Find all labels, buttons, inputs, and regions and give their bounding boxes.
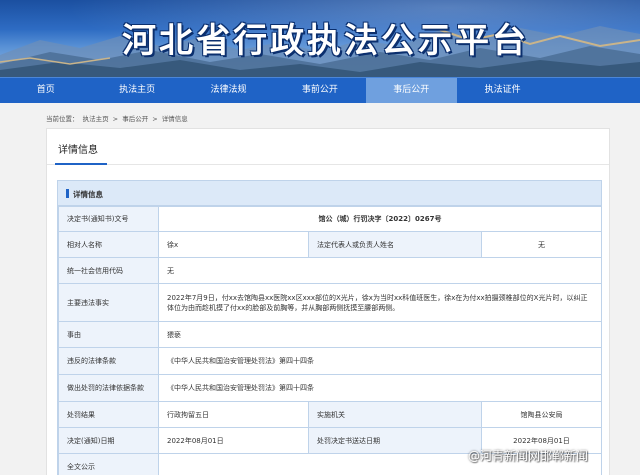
detail-table-box: 详情信息 决定书(通知书)文号 馆公（城）行罚决字〔2022〕0267号 相对人… [57, 180, 602, 475]
breadcrumb-prefix: 当前位置： [46, 115, 79, 123]
nav-item-enforcement-home[interactable]: 执法主页 [91, 78, 182, 103]
fulltext-label: 全文公示 [58, 453, 159, 475]
nav-item-laws[interactable]: 法律法规 [183, 78, 274, 103]
breadcrumb: 当前位置： 执法主页 > 事后公开 > 详情信息 [46, 113, 190, 123]
basis-law-label: 做出处罚的法律依据条款 [58, 374, 159, 402]
panel-header: 详情信息 [47, 129, 609, 165]
facts-value: 2022年7月9日，付xx去馆陶县xx医院xx区xxx部位的X光片，徐x为当时x… [158, 283, 602, 322]
watermark: @河青新闻网邯郸新闻 [468, 449, 589, 463]
table-row: 相对人名称 徐x 法定代表人或负责人姓名 无 [58, 231, 602, 258]
table-row: 做出处罚的法律依据条款 《中华人民共和国治安管理处罚法》第四十四条 [58, 374, 602, 402]
nav-item-home[interactable]: 首页 [0, 78, 91, 103]
service-date-label: 处罚决定书送达日期 [308, 427, 482, 454]
basis-law-value: 《中华人民共和国治安管理处罚法》第四十四条 [158, 374, 602, 402]
legal-rep-label: 法定代表人或负责人姓名 [308, 231, 482, 258]
decision-date-label: 决定(通知)日期 [58, 427, 159, 454]
detail-table: 决定书(通知书)文号 馆公（城）行罚决字〔2022〕0267号 相对人名称 徐x… [58, 206, 602, 475]
reason-value: 猥亵 [158, 321, 602, 348]
panel-title-underline [55, 163, 107, 165]
violated-law-value: 《中华人民共和国治安管理处罚法》第四十四条 [158, 347, 602, 375]
section-marker [66, 189, 69, 198]
header-banner: 河北省行政执法公示平台 [0, 0, 640, 77]
main-nav: 首页 执法主页 法律法规 事前公开 事后公开 执法证件 [0, 77, 640, 103]
agency-value: 馆陶县公安局 [481, 401, 602, 428]
table-row: 决定书(通知书)文号 馆公（城）行罚决字〔2022〕0267号 [58, 206, 602, 232]
violated-law-label: 违反的法律条款 [58, 347, 159, 375]
table-row: 违反的法律条款 《中华人民共和国治安管理处罚法》第四十四条 [58, 347, 602, 375]
detail-section-header: 详情信息 [58, 181, 601, 206]
credit-code-label: 统一社会信用代码 [58, 257, 159, 284]
credit-code-value: 无 [158, 257, 602, 284]
breadcrumb-link-post-disclosure[interactable]: 事后公开 [122, 115, 148, 123]
detail-section-title: 详情信息 [73, 190, 103, 199]
nav-item-pre-disclosure[interactable]: 事前公开 [274, 78, 365, 103]
breadcrumb-separator: > [152, 115, 158, 123]
doc-number-value: 馆公（城）行罚决字〔2022〕0267号 [158, 206, 602, 232]
decision-date-value: 2022年08月01日 [158, 427, 309, 454]
table-row: 处罚结果 行政拘留五日 实施机关 馆陶县公安局 [58, 401, 602, 428]
table-row: 主要违法事实 2022年7月9日，付xx去馆陶县xx医院xx区xxx部位的X光片… [58, 283, 602, 322]
site-title: 河北省行政执法公示平台 [122, 21, 529, 61]
legal-rep-value: 无 [481, 231, 602, 258]
reason-label: 事由 [58, 321, 159, 348]
breadcrumb-current: 详情信息 [161, 115, 188, 123]
facts-label: 主要违法事实 [58, 283, 159, 322]
table-row: 统一社会信用代码 无 [58, 257, 602, 284]
nav-item-post-disclosure[interactable]: 事后公开 [365, 78, 457, 103]
nav-item-certificates[interactable]: 执法证件 [457, 78, 548, 103]
party-name-label: 相对人名称 [58, 231, 159, 258]
table-row: 事由 猥亵 [58, 321, 602, 348]
breadcrumb-separator: > [112, 115, 119, 123]
panel-title: 详情信息 [58, 145, 98, 156]
party-name-value: 徐x [158, 231, 309, 258]
agency-label: 实施机关 [308, 401, 482, 428]
doc-number-label: 决定书(通知书)文号 [58, 206, 159, 232]
result-value: 行政拘留五日 [158, 401, 309, 428]
detail-panel: 详情信息 详情信息 决定书(通知书)文号 馆公（城）行罚决字〔2022〕0267… [46, 128, 610, 475]
breadcrumb-link-enforcement-home[interactable]: 执法主页 [83, 115, 109, 123]
result-label: 处罚结果 [58, 401, 159, 428]
